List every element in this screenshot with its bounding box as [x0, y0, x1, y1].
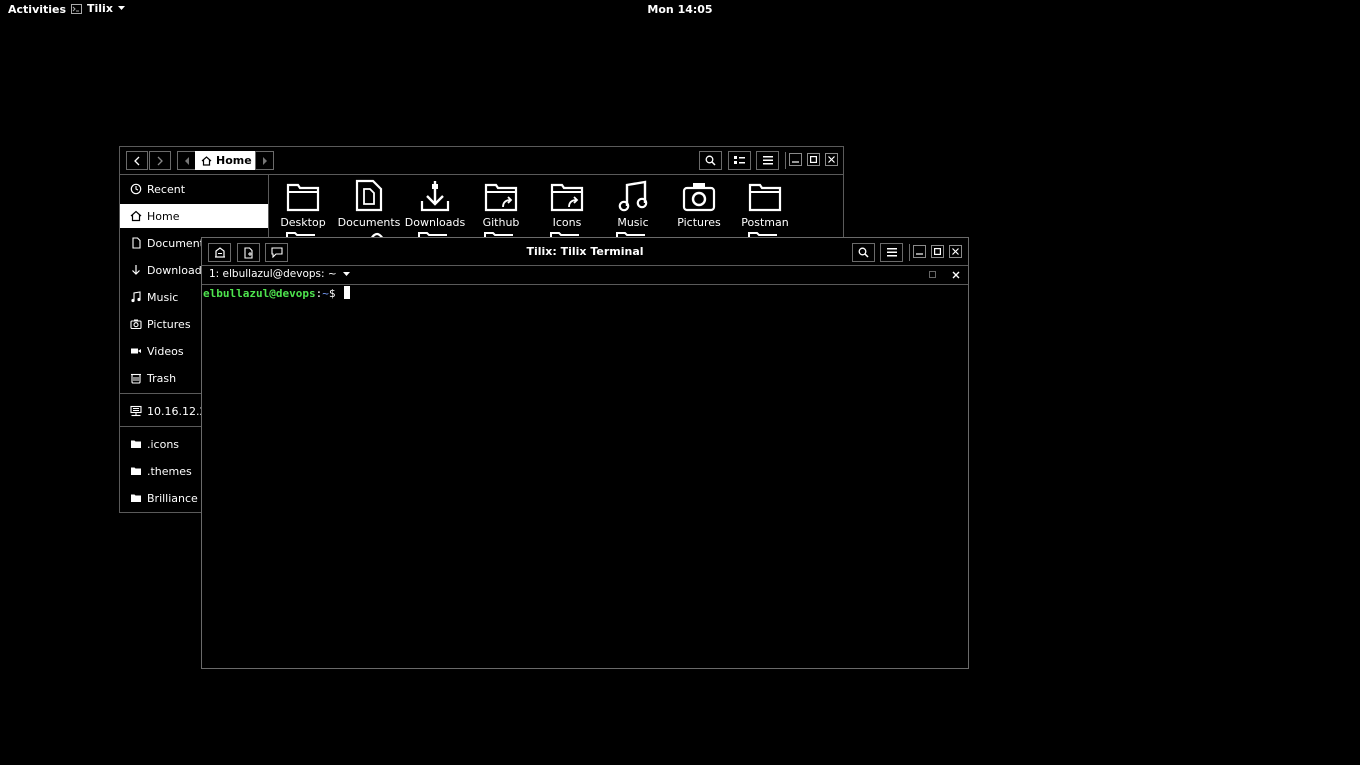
prompt-path: ~ [322, 287, 329, 300]
terminal-window: Tilix: Tilix Terminal 1: elbullazul@devo… [201, 237, 969, 669]
sidebar-item-label: Trash [147, 371, 177, 385]
close-icon [828, 156, 835, 163]
sidebar-item-label: Recent [147, 182, 186, 196]
sidebar-item-label: Home [147, 209, 180, 223]
folder-item-github[interactable]: Github [468, 179, 534, 229]
folder-icon [131, 494, 141, 502]
search-icon [705, 155, 716, 166]
minimize-icon [916, 253, 923, 255]
chevron-down-icon [342, 271, 350, 276]
close-button[interactable] [825, 153, 838, 166]
search-button[interactable] [699, 151, 722, 170]
sidebar-item-label: Brilliance [147, 491, 198, 505]
folder-label: Postman [741, 216, 789, 229]
folder-label: Desktop [280, 216, 326, 229]
hamburger-icon [886, 248, 897, 257]
maximize-button[interactable] [931, 245, 944, 258]
music-folder-icon [618, 180, 648, 212]
minimize-button[interactable] [789, 153, 802, 166]
chevron-left-icon [134, 156, 140, 165]
sidebar-item-label: Music [147, 290, 179, 304]
home-icon [130, 210, 142, 222]
prompt-symbol: $ [328, 287, 343, 300]
menu-button[interactable] [756, 151, 779, 170]
chevron-right-icon [157, 156, 163, 165]
maximize-icon [929, 271, 936, 278]
sidebar-item-label: .icons [147, 437, 180, 451]
link-folder-icon [484, 183, 518, 212]
folder-icon [286, 183, 320, 212]
folder-icon [131, 440, 141, 448]
download-icon [132, 265, 140, 275]
terminal-output[interactable]: elbullazul@devops:~$ [203, 286, 351, 300]
folder-label: Downloads [404, 216, 466, 229]
header-separator [785, 152, 786, 169]
folder-label: Icons [552, 216, 582, 229]
music-icon [131, 291, 141, 303]
text-cursor [344, 286, 351, 299]
folder-label: Github [482, 216, 520, 229]
path-scroll-right-button[interactable] [255, 151, 274, 170]
prompt-user-host: elbullazul@devops [203, 287, 316, 300]
download-folder-icon [420, 181, 450, 212]
list-view-icon [734, 156, 745, 164]
sidebar-item-label: .themes [147, 464, 192, 478]
terminal-tab-label: 1: elbullazul@devops: ~ [209, 268, 337, 280]
terminal-close-button[interactable] [952, 271, 960, 279]
folder-item-desktop[interactable]: Desktop [270, 179, 336, 229]
terminal-maximize-button[interactable] [929, 271, 936, 278]
file-manager-headerbar: Home [120, 147, 843, 175]
folder-label: Documents [337, 216, 401, 229]
camera-icon [130, 319, 142, 330]
home-icon [201, 155, 212, 166]
close-button[interactable] [949, 245, 962, 258]
document-icon [132, 237, 141, 249]
trash-icon [131, 373, 141, 384]
sidebar-item-recent[interactable]: Recent [120, 177, 268, 201]
document-folder-icon [355, 179, 383, 212]
maximize-icon [810, 156, 817, 163]
terminal-headerbar: Tilix: Tilix Terminal [202, 238, 968, 266]
back-button[interactable] [126, 151, 148, 170]
search-icon [858, 247, 869, 258]
camera-folder-icon [682, 183, 716, 212]
folder-item-icons[interactable]: Icons [534, 179, 600, 229]
forward-button[interactable] [149, 151, 171, 170]
clock[interactable]: Mon 14:05 [0, 3, 1360, 16]
folder-item-postman[interactable]: Postman [732, 179, 798, 229]
folder-label: Pictures [677, 216, 721, 229]
maximize-button[interactable] [807, 153, 820, 166]
network-drive-icon [130, 405, 142, 417]
maximize-icon [934, 248, 941, 255]
folder-icon [131, 467, 141, 475]
sidebar-item-label: Pictures [147, 317, 191, 331]
sidebar-item-label: Downloads [147, 263, 208, 277]
terminal-menu-button[interactable] [880, 243, 903, 262]
folder-item-music[interactable]: Music [600, 179, 666, 229]
folder-item-pictures[interactable]: Pictures [666, 179, 732, 229]
minimize-button[interactable] [913, 245, 926, 258]
hamburger-icon [762, 156, 773, 165]
link-folder-icon [550, 183, 584, 212]
video-icon [131, 348, 141, 354]
breadcrumb-home[interactable]: Home [195, 151, 260, 170]
sidebar-item-home[interactable]: Home [120, 204, 268, 228]
top-bar: Activities Tilix Mon 14:05 [0, 0, 1360, 19]
folder-item-documents[interactable]: Documents [336, 179, 402, 229]
folder-label: Music [617, 216, 649, 229]
close-icon [952, 271, 960, 279]
minimize-icon [792, 161, 799, 163]
breadcrumb-label: Home [216, 154, 252, 167]
clock-icon [130, 183, 142, 195]
folder-icon [748, 183, 782, 212]
view-options-button[interactable] [728, 151, 751, 170]
caret-right-icon [262, 156, 267, 165]
sidebar-item-label: Videos [147, 344, 184, 358]
terminal-find-button[interactable] [852, 243, 875, 262]
folder-item-downloads[interactable]: Downloads [402, 179, 468, 229]
close-icon [952, 248, 959, 255]
header-separator [909, 244, 910, 261]
terminal-tab-title-dropdown[interactable]: 1: elbullazul@devops: ~ [209, 268, 350, 280]
terminal-tab-bar: 1: elbullazul@devops: ~ [202, 266, 968, 285]
